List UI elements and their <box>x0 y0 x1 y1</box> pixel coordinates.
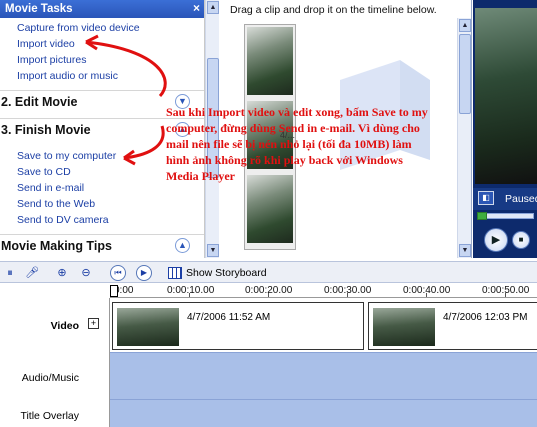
seek-thumb[interactable] <box>477 212 487 220</box>
collection-scrollbar[interactable]: ▲ ▼ <box>457 18 471 258</box>
play-icon[interactable]: ▶ <box>484 228 508 252</box>
section-finish-movie-label: 3. Finish Movie <box>1 123 91 137</box>
show-storyboard-button[interactable]: Show Storyboard <box>186 267 267 279</box>
timeline-toolbar: ⏸ 🎤︎ ⊕ ⊖ ⏮ ▶ Show Storyboard <box>0 261 537 283</box>
clip-thumbnail <box>373 308 435 346</box>
set-audio-levels-icon[interactable]: ⏸ <box>2 265 18 281</box>
scroll-down-arrow-icon[interactable]: ▼ <box>459 244 471 257</box>
section-movie-making-tips-label: Movie Making Tips <box>1 239 112 253</box>
video-track[interactable]: 4/7/2006 11:52 AM 4/7/2006 12:03 PM <box>110 298 537 353</box>
expand-icon[interactable]: + <box>88 318 99 329</box>
ruler-tick <box>426 293 427 297</box>
playback-status: Paused <box>505 193 537 205</box>
import-pictures-link[interactable]: Import pictures <box>0 52 204 68</box>
title-overlay-track-label: Title Overlay <box>20 410 79 422</box>
stop-icon[interactable]: ■ <box>512 231 530 249</box>
split-clip-icon[interactable]: ◧ <box>478 191 494 205</box>
chevron-up-icon[interactable]: ▲ <box>175 238 190 253</box>
clip-title: 4/7/2006 12:03 PM <box>443 312 528 323</box>
clip-thumbnail <box>117 308 179 346</box>
scroll-thumb[interactable] <box>459 34 471 114</box>
rewind-icon[interactable]: ⏮ <box>110 265 126 281</box>
film-frame <box>247 175 293 243</box>
zoom-out-icon[interactable]: ⊖ <box>78 265 94 281</box>
playhead-marker[interactable] <box>110 285 118 297</box>
scroll-down-arrow-icon[interactable]: ▼ <box>207 244 219 257</box>
narrate-icon[interactable]: 🎤︎ <box>24 265 40 281</box>
red-annotation-text: Sau khi Import video và edit xong, bấm S… <box>166 105 428 183</box>
timeline-clip[interactable]: 4/7/2006 11:52 AM <box>112 302 364 350</box>
import-audio-link[interactable]: Import audio or music <box>0 68 204 84</box>
ruler-tick <box>505 293 506 297</box>
ruler-tick <box>347 293 348 297</box>
video-track-label: Video <box>50 320 79 332</box>
ruler-tick <box>268 293 269 297</box>
audio-track-label: Audio/Music <box>21 372 79 384</box>
title-overlay-track[interactable] <box>110 400 537 427</box>
capture-from-video-device-link[interactable]: Capture from video device <box>0 20 204 36</box>
preview-screen <box>475 8 537 184</box>
section-edit-movie-label: 2. Edit Movie <box>1 95 78 109</box>
scroll-up-arrow-icon[interactable]: ▲ <box>207 1 219 14</box>
scroll-up-arrow-icon[interactable]: ▲ <box>459 19 471 32</box>
collection-hint: Drag a clip and drop it on the timeline … <box>230 4 437 16</box>
ruler-label: 0:00:10.00 <box>167 285 215 296</box>
ruler-tick <box>189 293 190 297</box>
timeline-clip[interactable]: 4/7/2006 12:03 PM <box>368 302 537 350</box>
storyboard-icon[interactable] <box>168 267 182 279</box>
import-video-link[interactable]: Import video <box>0 36 204 52</box>
audio-music-track[interactable] <box>110 353 537 400</box>
movie-tasks-title: Movie Tasks <box>5 3 73 15</box>
zoom-in-icon[interactable]: ⊕ <box>54 265 70 281</box>
play-timeline-icon[interactable]: ▶ <box>136 265 152 281</box>
send-to-dv-camera-link[interactable]: Send to DV camera <box>0 212 204 228</box>
timeline-ruler[interactable]: 0:00 0:00:10.00 0:00:20.00 0:00:30.00 0:… <box>110 283 537 298</box>
preview-monitor: ◧ Paused <box>473 0 537 258</box>
send-to-web-link[interactable]: Send to the Web <box>0 196 204 212</box>
section-movie-making-tips[interactable]: Movie Making Tips ▲ <box>0 234 204 256</box>
clip-title: 4/7/2006 11:52 AM <box>187 312 271 323</box>
close-icon[interactable]: × <box>193 1 200 15</box>
track-labels: Video + Audio/Music Title Overlay <box>0 298 110 427</box>
movie-tasks-header: Movie Tasks × <box>0 0 204 18</box>
film-frame <box>247 27 293 95</box>
